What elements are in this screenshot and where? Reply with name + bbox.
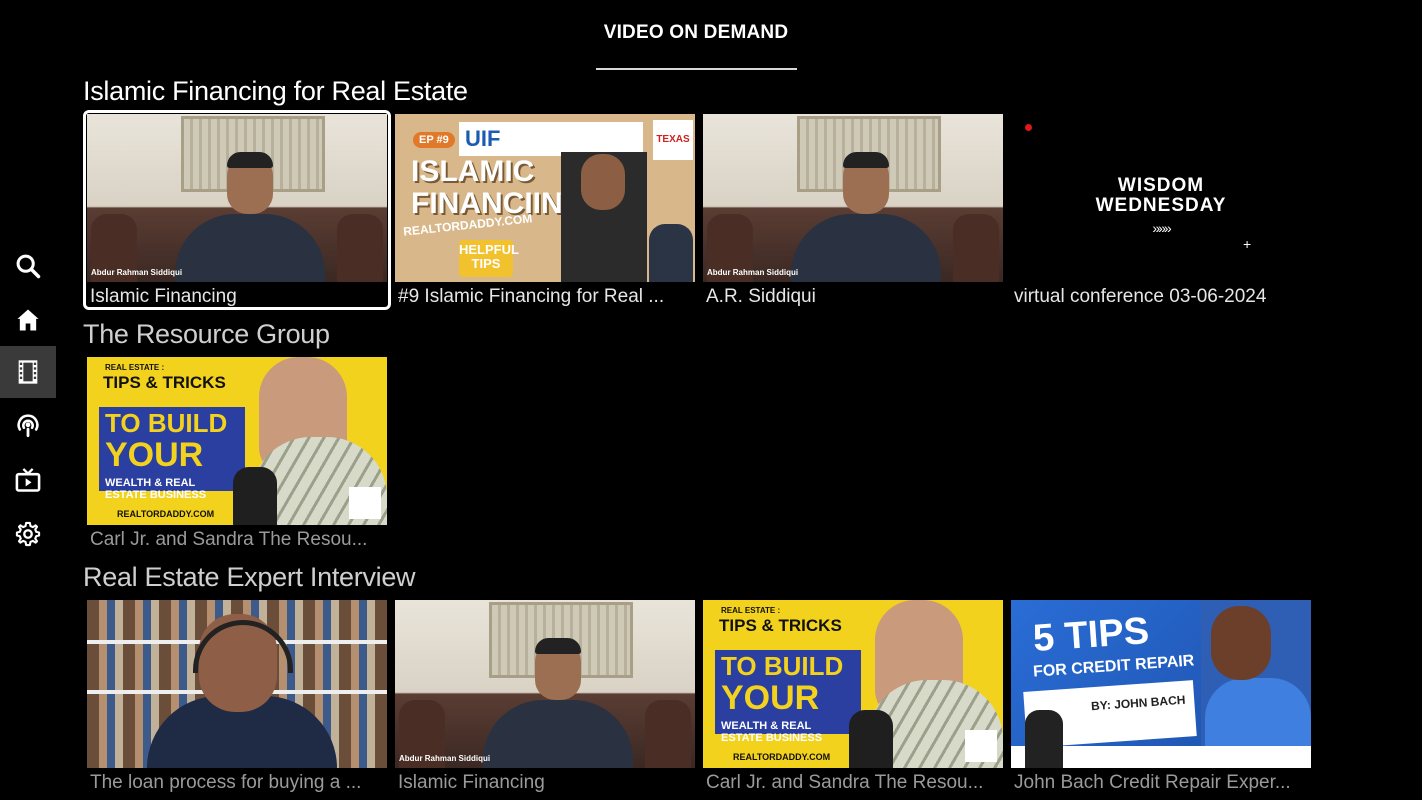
video-title: The loan process for buying a ... — [90, 772, 362, 793]
sidebar-item-vod[interactable] — [0, 346, 56, 398]
video-thumbnail: Abdur Rahman Siddiqui — [395, 600, 695, 768]
thumbnail-text: WEALTH & REAL ESTATE BUSINESS — [105, 477, 207, 501]
tab-underline — [596, 68, 797, 70]
uif-logo: UIF — [459, 122, 643, 156]
thumbnail-text: HELPFUL TIPS — [459, 240, 519, 277]
thumbnail-text: YOUR — [721, 679, 820, 717]
row-title-expert-interview: Real Estate Expert Interview — [83, 562, 416, 592]
row-title-islamic-financing: Islamic Financing for Real Estate — [83, 76, 468, 106]
video-thumbnail: REAL ESTATE : TIPS & TRICKS TO BUILD YOU… — [703, 600, 1003, 768]
thumbnail-text: EP #9 — [413, 132, 455, 148]
sidebar-item-live-tv[interactable] — [0, 454, 56, 506]
video-card[interactable]: WISDOM WEDNESDAY »»» + virtual conference… — [1011, 114, 1311, 310]
thumbnail-text: ISLAMIC FINANCIING — [411, 155, 586, 220]
thumbnail-text: TIPS & TRICKS — [103, 373, 226, 392]
thumbnail-text: REAL ESTATE : — [721, 606, 781, 615]
video-thumbnail: REAL ESTATE : TIPS & TRICKS TO BUILD YOU… — [87, 357, 387, 525]
thumbnail-text: WISDOM WEDNESDAY — [1095, 175, 1227, 216]
video-card[interactable]: Abdur Rahman Siddiqui A.R. Siddiqui — [703, 114, 1003, 310]
sidebar-item-home[interactable] — [0, 294, 56, 346]
sidebar-item-settings[interactable] — [0, 508, 56, 560]
film-icon — [18, 360, 38, 384]
video-title: Carl Jr. and Sandra The Resou... — [706, 772, 984, 793]
video-title: A.R. Siddiqui — [706, 286, 816, 307]
tv-icon — [15, 468, 41, 492]
podcast-icon — [17, 414, 39, 438]
video-thumbnail: WISDOM WEDNESDAY »»» + — [1011, 114, 1311, 282]
video-title: Islamic Financing — [398, 772, 545, 793]
focus-ring — [83, 110, 391, 310]
thumbnail-text: REALTORDADDY.COM — [733, 752, 831, 762]
thumbnail-text: TO BUILD — [105, 408, 228, 438]
thumbnail-text: REAL ESTATE : — [105, 363, 165, 372]
video-card[interactable]: EP #9 UIF ISLAMIC FINANCIING REALTORDADDY… — [395, 114, 695, 310]
video-title: virtual conference 03-06-2024 — [1014, 286, 1267, 307]
thumbnail-text: + — [1243, 236, 1252, 252]
home-icon — [17, 309, 39, 331]
thumbnail-text: WEALTH & REAL ESTATE BUSINESS — [721, 720, 823, 744]
thumbnail-caption: Abdur Rahman Siddiqui — [707, 268, 799, 277]
thumbnail-text: REALTORDADDY.COM — [117, 509, 215, 519]
video-card[interactable]: 5 TIPS FOR CREDIT REPAIR BY: JOHN BACH J… — [1011, 600, 1311, 796]
video-thumbnail: 5 TIPS FOR CREDIT REPAIR BY: JOHN BACH — [1011, 600, 1311, 768]
video-thumbnail — [87, 600, 387, 768]
video-card[interactable]: The loan process for buying a ... — [87, 600, 387, 796]
thumbnail-text: YOUR — [105, 436, 204, 474]
sidebar-item-podcasts[interactable] — [0, 400, 56, 452]
tab-video-on-demand[interactable]: VIDEO ON DEMAND — [596, 22, 796, 70]
search-icon — [16, 254, 41, 279]
top-nav: VIDEO ON DEMAND — [0, 0, 1422, 72]
video-thumbnail: EP #9 UIF ISLAMIC FINANCIING REALTORDADDY… — [395, 114, 695, 282]
sidebar-item-search[interactable] — [0, 240, 56, 292]
thumbnail-text: TO BUILD — [721, 651, 844, 681]
video-card[interactable]: Abdur Rahman Siddiqui Islamic Financing — [395, 600, 695, 796]
video-card[interactable]: Abdur Rahman Siddiqui Islamic Financing — [83, 110, 391, 310]
gear-icon — [15, 521, 41, 547]
video-card[interactable]: REAL ESTATE : TIPS & TRICKS TO BUILD YOU… — [87, 357, 387, 553]
vod-screen: VIDEO ON DEMAND Islamic Financing for Re… — [0, 0, 1422, 800]
row-title-resource-group: The Resource Group — [83, 319, 330, 349]
thumbnail-text: 5 TIPS — [1031, 610, 1151, 661]
thumbnail-text: TIPS & TRICKS — [719, 616, 842, 635]
video-card[interactable]: REAL ESTATE : TIPS & TRICKS TO BUILD YOU… — [703, 600, 1003, 796]
video-thumbnail: Abdur Rahman Siddiqui — [703, 114, 1003, 282]
thumbnail-caption: Abdur Rahman Siddiqui — [399, 754, 491, 763]
sidebar — [0, 240, 56, 560]
texas-logo: TEXAS — [653, 120, 693, 160]
video-title: Carl Jr. and Sandra The Resou... — [90, 529, 368, 550]
video-title: #9 Islamic Financing for Real ... — [398, 286, 665, 307]
thumbnail-text: »»» — [1152, 220, 1171, 236]
video-title: John Bach Credit Repair Exper... — [1014, 772, 1291, 793]
